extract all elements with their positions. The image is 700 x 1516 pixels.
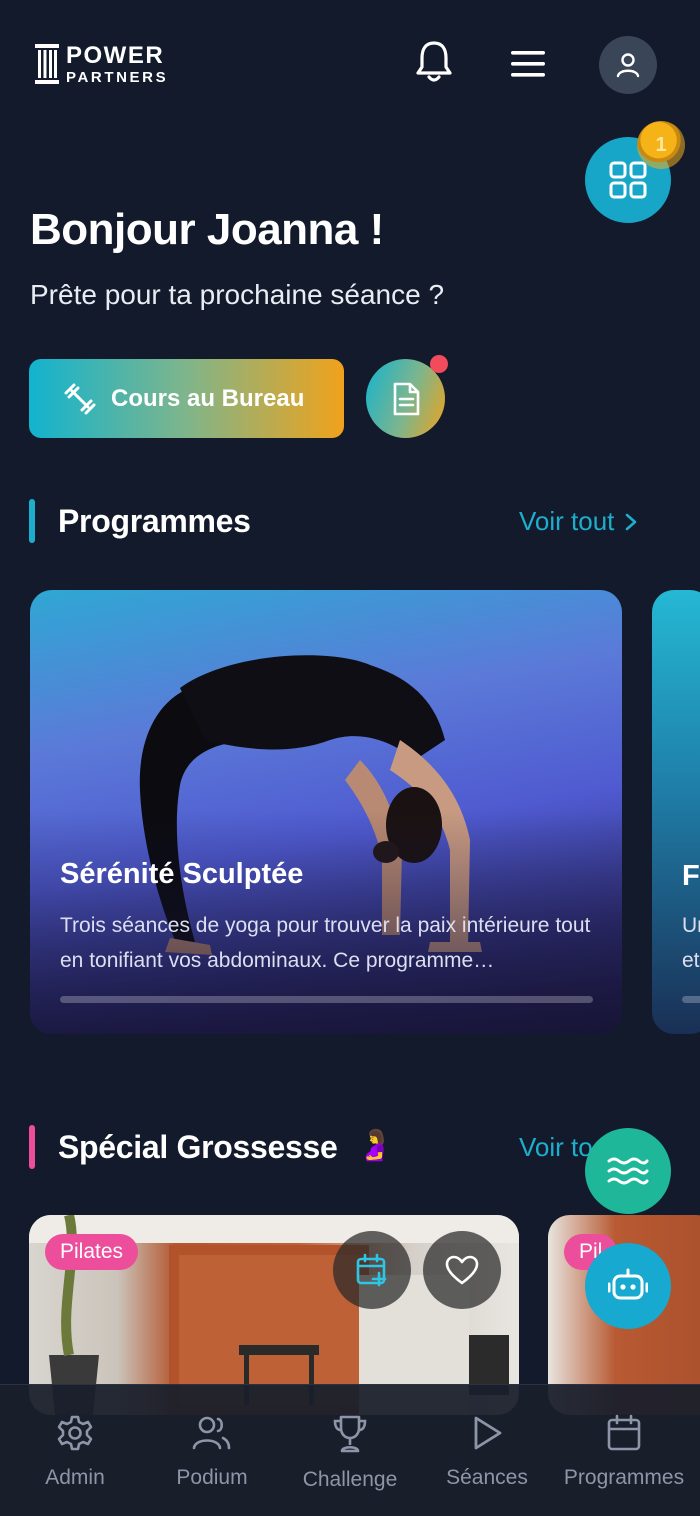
document-icon	[393, 382, 419, 415]
robot-icon	[608, 1268, 648, 1300]
dumbbell-icon	[64, 383, 96, 414]
assistant-bot-button[interactable]	[585, 1243, 671, 1329]
programme-card[interactable]: Sérénité Sculptée Trois séances de yoga …	[30, 590, 622, 1034]
programme-card-next-description: Un et	[682, 914, 700, 972]
programme-card-next-progress	[682, 996, 700, 1003]
tab-seances-label: Séances	[446, 1466, 528, 1489]
logo-line2: PARTNERS	[66, 68, 169, 86]
tab-programmes-label: Programmes	[563, 1466, 685, 1489]
pregnant-emoji: 🤰	[356, 1129, 394, 1162]
programme-card-progress	[60, 996, 593, 1003]
programme-card-title: Sérénité Sculptée	[60, 858, 304, 890]
coin-badge: 1	[637, 121, 685, 169]
greeting-title: Bonjour Joanna !	[30, 205, 384, 254]
bottom-tab-bar: Admin Podium Challenge Séances Programme…	[0, 1384, 700, 1516]
tab-programmes[interactable]: Programmes	[554, 1385, 694, 1516]
tab-admin-label: Admin	[45, 1466, 105, 1489]
gear-icon	[57, 1415, 93, 1451]
notifications-button[interactable]	[410, 38, 458, 86]
logo-line1: POWER	[66, 41, 165, 69]
programme-card-next[interactable]: F Un et	[652, 590, 700, 1034]
cours-au-bureau-label: Cours au Bureau	[111, 384, 305, 412]
grid-icon	[609, 161, 647, 199]
trophy-icon	[333, 1415, 367, 1453]
grossesse-accent-bar	[29, 1125, 35, 1169]
programmes-see-all-link[interactable]: Voir tout	[519, 506, 638, 537]
greeting-subtitle: Prête pour ta prochaine séance ?	[30, 279, 445, 310]
calendar-icon	[607, 1414, 641, 1451]
users-icon	[192, 1416, 231, 1450]
app-logo: POWER PARTNERS	[34, 42, 168, 86]
breathing-button[interactable]	[585, 1128, 671, 1214]
programmes-accent-bar	[29, 499, 35, 543]
grossesse-see-all-link[interactable]: Voir to	[519, 1132, 593, 1163]
tab-challenge[interactable]: Challenge	[280, 1385, 420, 1516]
chevron-right-icon	[626, 513, 637, 530]
document-notification-dot	[430, 355, 448, 373]
play-icon	[474, 1416, 502, 1450]
programmes-see-all-label: Voir tout	[519, 506, 615, 536]
programme-card-next-title: F	[682, 860, 700, 892]
favorite-button[interactable]	[423, 1231, 501, 1309]
tab-seances[interactable]: Séances	[417, 1385, 557, 1516]
tab-podium-label: Podium	[176, 1466, 248, 1489]
programme-card-description: Trois séances de yoga pour trouver la pa…	[60, 914, 591, 972]
grossesse-see-all-label: Voir to	[519, 1132, 593, 1162]
bell-icon	[416, 41, 452, 82]
user-icon	[616, 53, 640, 78]
menu-icon	[511, 51, 545, 77]
heart-icon	[445, 1255, 479, 1285]
calendar-add-icon	[356, 1253, 387, 1287]
profile-avatar-button[interactable]	[599, 36, 657, 94]
tab-podium[interactable]: Podium	[142, 1385, 282, 1516]
grossesse-title: Spécial Grossesse	[58, 1129, 338, 1165]
programmes-title: Programmes	[58, 503, 251, 539]
tab-challenge-label: Challenge	[302, 1468, 398, 1491]
cours-au-bureau-button[interactable]: Cours au Bureau	[29, 359, 344, 438]
add-to-calendar-button[interactable]	[333, 1231, 411, 1309]
tab-admin[interactable]: Admin	[5, 1385, 145, 1516]
pillar-logo-icon	[35, 44, 59, 84]
session-tag: Pilates	[45, 1234, 139, 1270]
menu-button[interactable]	[503, 40, 553, 88]
waves-icon	[607, 1157, 649, 1185]
